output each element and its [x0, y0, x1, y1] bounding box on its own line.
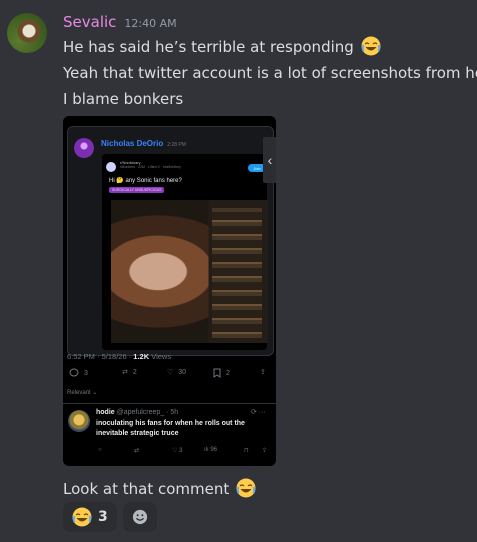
joy-emoji-icon — [72, 507, 92, 527]
quoted-post: Nicholas DeOrio 2:28 PM r/Nonbinary r/Bon… — [67, 126, 274, 356]
quote-avatar — [74, 138, 94, 158]
reply-text: inoculating his fans for when he rolls o… — [96, 420, 245, 437]
timestamp: 12:40 AM — [124, 17, 177, 30]
message-line: I blame bonkers — [63, 90, 184, 108]
post-actions: 3 ⇄ 2 ♡ 30 2 ⇪ — [67, 368, 272, 382]
inner-avatar — [106, 162, 116, 172]
joy-emoji-icon — [236, 478, 256, 498]
reply-author: hodie @apefulcreep_ · 5h — [96, 409, 179, 416]
smiley-icon — [132, 509, 147, 525]
inner-tag: SURGICALLY UNSUSPICIOUS — [109, 187, 165, 193]
bookmark-icon — [213, 368, 221, 378]
share-icon: ⇪ — [260, 369, 266, 376]
more-icon: ⟳ ··· — [251, 409, 266, 416]
quote-author: Nicholas DeOrio 2:28 PM — [101, 139, 186, 148]
joy-emoji-icon — [361, 36, 381, 56]
like-action: ♡ 30 — [167, 368, 187, 377]
message-text: He has said he’s terrible at responding — [63, 38, 354, 56]
heart-icon: ♡ — [167, 369, 174, 376]
message-line: He has said he’s terrible at responding — [63, 36, 381, 56]
share-icon: ⇪ — [262, 448, 268, 454]
views-action: ılı 96 — [204, 447, 218, 453]
message-header: Sevalic 12:40 AM — [63, 13, 177, 35]
image-attachment[interactable]: Nicholas DeOrio 2:28 PM r/Nonbinary r/Bon… — [63, 116, 276, 466]
reactions-bar: 3 — [63, 502, 157, 532]
post-stats: 6:52 PM · 5/18/26 · 1.2K Views — [67, 352, 172, 361]
chevron-left-icon[interactable]: ‹ — [263, 137, 276, 183]
reply-avatar — [68, 410, 90, 432]
user-avatar[interactable] — [7, 13, 47, 53]
inner-post: r/Nonbinary r/Bonkers · 22M · Lifted X ·… — [102, 154, 268, 350]
reaction-joy[interactable]: 3 — [63, 502, 117, 532]
reply-icon: ○ — [98, 447, 102, 453]
bookmark-icon: ⊓ — [244, 448, 249, 454]
message-line: Yeah that twitter account is a lot of sc… — [63, 64, 477, 82]
reaction-count: 3 — [98, 509, 108, 525]
reply-actions: ○ ⇄ ♡ 3 ılı 96 ⊓ ⇪ — [96, 447, 272, 457]
add-reaction-button[interactable] — [122, 502, 157, 532]
selfie-photo — [111, 200, 268, 343]
username[interactable]: Sevalic — [63, 13, 116, 31]
reply-action: 3 — [69, 368, 88, 378]
message-text: Look at that comment — [63, 480, 230, 498]
divider — [63, 403, 276, 404]
bookmark-action: 2 — [213, 368, 230, 378]
relevant-filter: Relevant ⌄ — [67, 390, 98, 396]
retweet-icon: ⇄ — [134, 448, 140, 454]
reply-icon — [69, 368, 79, 377]
retweet-icon: ⇄ — [122, 369, 128, 376]
views-icon: ılı — [204, 447, 209, 453]
inner-text: Hi 🤔 any Sonic fans here? — [109, 178, 182, 184]
message-line: Look at that comment — [63, 478, 256, 498]
like-action: ♡ 3 — [172, 448, 183, 454]
inner-meta: r/Bonkers · 22M · Lifted X · shelhe/they — [120, 165, 181, 169]
heart-icon: ♡ — [172, 448, 178, 454]
retweet-action: ⇄ 2 — [122, 368, 137, 377]
